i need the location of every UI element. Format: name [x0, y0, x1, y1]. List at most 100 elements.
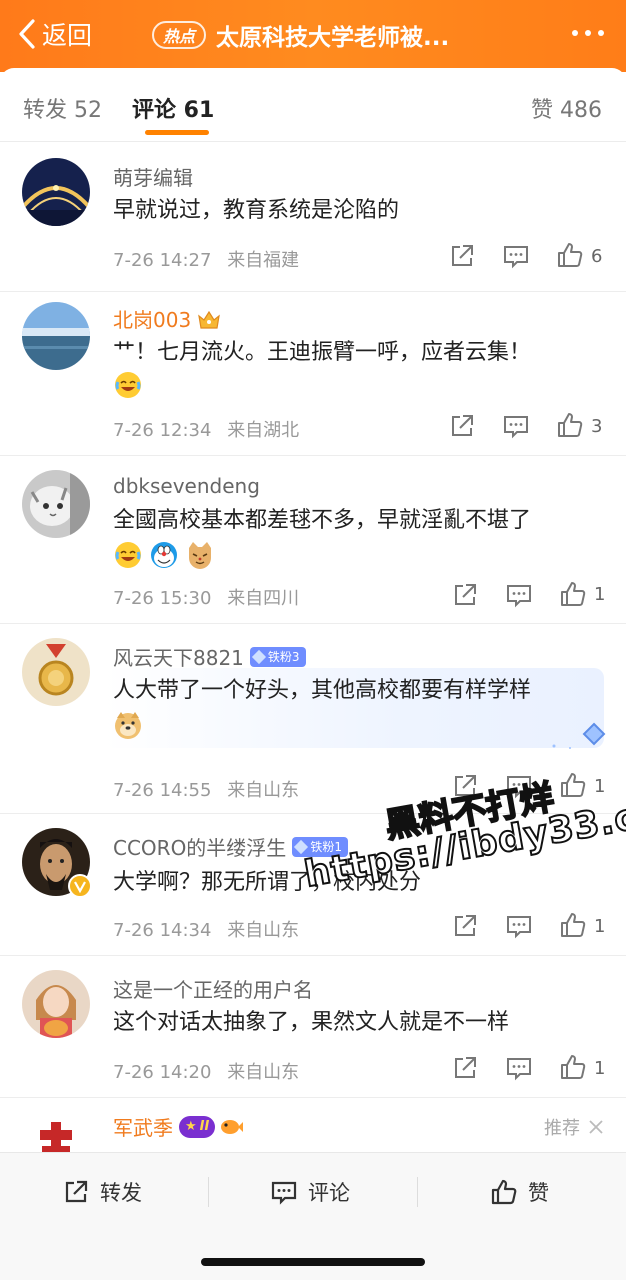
username[interactable]: 北岗003: [113, 304, 221, 333]
page-title: 太原科技大学老师被...: [216, 25, 450, 51]
like-count: 1: [594, 776, 606, 797]
comment-meta: 7-26 12:34 来自湖北: [113, 416, 299, 442]
like-button[interactable]: 赞: [490, 1177, 549, 1207]
like-label: 赞: [528, 1181, 549, 1205]
username[interactable]: dbksevendeng: [113, 474, 260, 498]
emoji-row: [113, 710, 143, 740]
username-text: 风云天下8821: [113, 646, 244, 670]
comment-label: 评论: [308, 1181, 350, 1205]
avatar[interactable]: [22, 970, 90, 1038]
comment-meta: 7-26 15:30 来自四川: [113, 584, 299, 610]
comment-date: 7-26 14:34: [113, 920, 212, 941]
fan-badge-label: 铁粉1: [310, 840, 342, 854]
like-icon: [491, 1179, 517, 1205]
comment-meta: 7-26 14:34 来自山东: [113, 916, 299, 942]
like-icon[interactable]: [559, 1053, 587, 1081]
comment-text: 人大带了一个好头，其他高校都要有样学样: [113, 678, 532, 703]
back-label: 返回: [42, 21, 93, 50]
share-icon[interactable]: [448, 242, 476, 270]
repost-button[interactable]: 转发: [62, 1177, 142, 1207]
reply-icon[interactable]: [505, 1054, 533, 1082]
share-icon[interactable]: [448, 412, 476, 440]
username-text: 军武季: [113, 1116, 173, 1140]
tab-like[interactable]: 赞 486: [531, 92, 602, 124]
comment-button[interactable]: 评论: [270, 1177, 350, 1207]
comment-location: 来自四川: [227, 588, 300, 609]
avatar[interactable]: [22, 302, 90, 370]
comment-date: 7-26 15:30: [113, 588, 212, 609]
reply-icon[interactable]: [505, 772, 533, 800]
comment-meta: 7-26 14:27 来自福建: [113, 246, 299, 272]
username[interactable]: 军武季 ★ II: [113, 1112, 244, 1141]
comment-date: 7-26 14:27: [113, 250, 212, 271]
comment-item: 这是一个正经的用户名 这个对话太抽象了，果然文人就是不一样 7-26 14:20…: [0, 956, 626, 1098]
like-icon[interactable]: [559, 771, 587, 799]
comment-meta: 7-26 14:55 来自山东: [113, 776, 299, 802]
recommend-label: 推荐: [544, 1118, 580, 1139]
comment-text: 这个对话太抽象了，果然文人就是不一样: [113, 1010, 510, 1035]
emoji-row: [113, 540, 215, 570]
recommend-tag[interactable]: 推荐: [544, 1114, 604, 1140]
tab-comment[interactable]: 评论 61: [132, 92, 214, 124]
username[interactable]: 这是一个正经的用户名: [113, 974, 313, 1003]
chevron-left-icon: [19, 19, 35, 49]
like-icon[interactable]: [559, 580, 587, 608]
more-options-icon[interactable]: [572, 30, 604, 36]
sparkle-gem-icon: [552, 722, 606, 749]
comment-text: 大学啊？那无所谓了，校内处分: [113, 870, 422, 895]
like-count: 1: [594, 584, 606, 605]
avatar[interactable]: [22, 158, 90, 226]
share-icon[interactable]: [451, 912, 479, 940]
comment-meta: 7-26 14:20 来自山东: [113, 1058, 299, 1084]
comment-icon: [271, 1181, 297, 1205]
active-tab-indicator: [145, 130, 209, 135]
cat-emoji: [189, 542, 211, 569]
username-text: 北岗003: [113, 308, 192, 332]
share-icon[interactable]: [451, 1054, 479, 1082]
verified-badge-icon: [68, 874, 92, 898]
comment-item: CCORO的半缕浮生 铁粉1 大学啊？那无所谓了，校内处分 7-26 14:34…: [0, 814, 626, 956]
reply-icon[interactable]: [505, 912, 533, 940]
comment-text: 艹！七月流火。王迪振臂一呼，应者云集！: [113, 340, 532, 365]
username[interactable]: 萌芽编辑: [113, 162, 193, 191]
comment-location: 来自山东: [227, 780, 300, 801]
comment-date: 7-26 14:20: [113, 1062, 212, 1083]
title-area[interactable]: 热点 太原科技大学老师被...: [152, 16, 449, 54]
comment-date: 7-26 14:55: [113, 780, 212, 801]
comment-date: 7-26 12:34: [113, 420, 212, 441]
doge-emoji: [115, 712, 141, 739]
comment-location: 来自山东: [227, 1062, 300, 1083]
like-icon[interactable]: [556, 411, 584, 439]
share-icon[interactable]: [451, 772, 479, 800]
back-button[interactable]: 返回: [16, 14, 92, 54]
comment-item: 北岗003 艹！七月流火。王迪振臂一呼，应者云集！ 7-26 12:34 来自湖…: [0, 292, 626, 456]
username[interactable]: 风云天下8821 铁粉3: [113, 642, 306, 671]
tab-repost[interactable]: 转发 52: [23, 92, 102, 124]
reply-icon[interactable]: [502, 242, 530, 270]
vip-crown-icon: [198, 310, 221, 329]
avatar[interactable]: [22, 638, 90, 706]
share-icon[interactable]: [451, 581, 479, 609]
like-icon[interactable]: [556, 241, 584, 269]
reply-icon[interactable]: [502, 412, 530, 440]
comment-location: 来自福建: [227, 250, 300, 271]
fish-icon: [221, 1119, 244, 1134]
share-icon: [65, 1180, 88, 1203]
doraemon-emoji: [151, 542, 177, 568]
divider: [417, 1177, 418, 1207]
avatar[interactable]: [22, 470, 90, 538]
username-text: CCORO的半缕浮生: [113, 836, 287, 860]
username[interactable]: CCORO的半缕浮生 铁粉1: [113, 832, 348, 861]
close-icon[interactable]: [588, 1119, 604, 1135]
home-indicator[interactable]: [201, 1258, 425, 1266]
laugh-cry-emoji: [115, 542, 141, 568]
comment-text: 早就说过，教育系统是沦陷的: [113, 198, 400, 223]
divider: [208, 1177, 209, 1207]
emoji-row: [113, 370, 143, 400]
hot-badge: 热点: [152, 21, 207, 49]
like-icon[interactable]: [559, 911, 587, 939]
reply-icon[interactable]: [505, 581, 533, 609]
fan-badge-label: 铁粉3: [267, 650, 300, 664]
comment-item: 萌芽编辑 早就说过，教育系统是沦陷的 7-26 14:27 来自福建 6: [0, 142, 626, 292]
level-badge-label: II: [199, 1119, 210, 1134]
